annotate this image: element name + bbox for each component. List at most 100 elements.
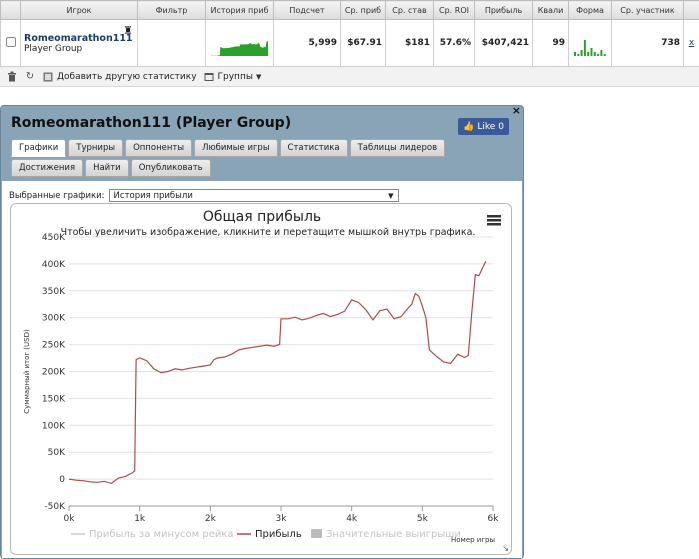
player-dialog: Romeomarathon111 (Player Group) × 👍 Like… [0,104,524,559]
y-tick-label: -50K [44,502,66,512]
legend-item[interactable]: Прибыль [237,529,302,540]
tab-row-2: Достижения Найти Опубликовать [11,159,471,177]
stats-toolbar: ↻ Добавить другую статистику Группы ▼ [0,67,699,87]
header-profit-history[interactable]: История приб [205,0,274,20]
groups-dropdown[interactable]: Группы ▼ [203,71,262,83]
dialog-tabs: Графики Турниры Оппоненты Любимые игры С… [11,139,471,179]
y-tick-label: 150K [42,394,66,404]
close-icon[interactable]: × [512,104,521,117]
header-select [0,0,21,20]
player-name-link[interactable]: Romeomarathon111 [24,33,134,44]
tab-leaderboards[interactable]: Таблицы лидеров [349,139,446,157]
count-cell: 5,999 [273,19,341,67]
refresh-icon[interactable]: ↻ [24,71,36,83]
header-form[interactable]: Форма [568,0,612,20]
y-tick-label: 450K [42,233,66,243]
chart-select-dropdown[interactable]: История прибыли ▼ [108,189,399,202]
sparkline-area [211,40,269,56]
quali-cell: 99 [532,19,569,67]
series-line-profit[interactable] [68,260,487,485]
chart-subtitle: Чтобы увеличить изображение, кликните и … [61,227,476,238]
row-checkbox[interactable] [5,36,16,47]
row-checkbox-cell [0,19,21,67]
form-cell [568,19,612,67]
x-tick-label: 6k [488,514,500,524]
y-tick-label: 50K [48,448,66,458]
form-bar [577,53,580,56]
stats-table: Игрок Фильтр История приб Подсчет Ср. пр… [0,0,699,67]
x-tick-label: 5k [417,514,429,524]
y-axis-title: Суммарный итог (USD) [23,329,31,414]
tab-favorite-games[interactable]: Любимые игры [194,139,278,157]
header-count[interactable]: Подсчет [273,0,341,20]
form-bar [593,51,596,56]
tab-statistics[interactable]: Статистика [279,139,348,157]
header-quali[interactable]: Квали [532,0,569,20]
profit-history-cell [205,19,274,67]
facebook-like-button[interactable]: 👍 Like 0 [458,118,509,135]
form-bar [587,51,590,56]
profit-cell: $407,421 [474,19,533,67]
header-filter[interactable]: Фильтр [137,0,206,20]
tab-row-1: Графики Турниры Оппоненты Любимые игры С… [11,139,471,157]
legend-item[interactable]: Значительные выигрыши [311,529,461,540]
add-stats-icon [42,71,54,83]
profit-chart[interactable]: Общая прибыль Чтобы увеличить изображение… [10,203,512,555]
x-tick-label: 2k [205,514,217,524]
y-tick-label: 400K [42,260,66,270]
x-tick-label: 1k [134,514,146,524]
remove-row-link[interactable]: x [689,38,694,48]
form-bar [574,51,576,56]
groups-icon [203,71,215,83]
dialog-title: Romeomarathon111 (Player Group) [11,115,292,131]
like-count: 0 [498,121,504,132]
y-tick-label: 200K [42,368,66,378]
profit-sparkline [211,40,269,56]
chevron-down-icon: ▼ [388,191,394,200]
chart-select-row: Выбранные графики: История прибыли ▼ [9,189,399,202]
legend-label: Прибыль [255,529,302,540]
resize-grip-icon[interactable]: ↘ [502,544,509,553]
form-bar [597,53,600,56]
like-label: Like [477,121,496,132]
table-header-row: Игрок Фильтр История приб Подсчет Ср. пр… [0,0,699,20]
header-player[interactable]: Игрок [20,0,138,20]
header-remove [683,0,699,20]
form-bar [600,49,603,56]
form-bar-chart [574,39,606,56]
player-badge-icon: ♜ [123,24,133,37]
avg-roi-cell: 57.6% [433,19,475,67]
facebook-thumb-icon: 👍 [463,121,475,132]
header-profit[interactable]: Прибыль [474,0,533,20]
chart-title: Общая прибыль [203,209,321,225]
legend-item[interactable]: Прибыль за минусом рейка [71,529,234,540]
tab-achievements[interactable]: Достижения [11,159,84,177]
chart-select-value: История прибыли [113,190,193,201]
header-avg-profit[interactable]: Ср. приб [340,0,386,20]
chart-select-label: Выбранные графики: [9,190,105,201]
header-avg-entrants[interactable]: Ср. участник [611,0,684,20]
header-avg-roi[interactable]: Ср. ROI [433,0,475,20]
header-avg-stake[interactable]: Ср. став [385,0,434,20]
form-bar [590,47,593,56]
chevron-down-icon: ▼ [255,72,262,81]
player-group-label: Player Group [24,43,83,54]
groups-label: Группы [217,71,253,82]
player-cell: Romeomarathon111 Player Group ♜ [20,19,138,67]
x-tick-label: 0k [64,514,76,524]
tab-publish[interactable]: Опубликовать [130,159,211,177]
tab-find[interactable]: Найти [85,159,129,177]
legend-label: Прибыль за минусом рейка [89,529,234,540]
profit-chart-svg[interactable]: Общая прибыль Чтобы увеличить изображение… [11,204,513,556]
table-row: Romeomarathon111 Player Group ♜ 5,999 $6… [0,19,699,67]
chart-menu-icon[interactable] [487,215,501,226]
add-stats-button[interactable]: Добавить другую статистику [42,71,197,83]
trash-icon[interactable] [6,71,18,83]
tab-tournaments[interactable]: Турниры [68,139,124,157]
filter-cell [137,19,206,67]
avg-stake-cell: $181 [385,19,434,67]
y-tick-label: 100K [42,421,66,431]
tab-opponents[interactable]: Оппоненты [125,139,193,157]
tab-charts[interactable]: Графики [11,139,67,157]
add-stats-label: Добавить другую статистику [57,71,197,82]
